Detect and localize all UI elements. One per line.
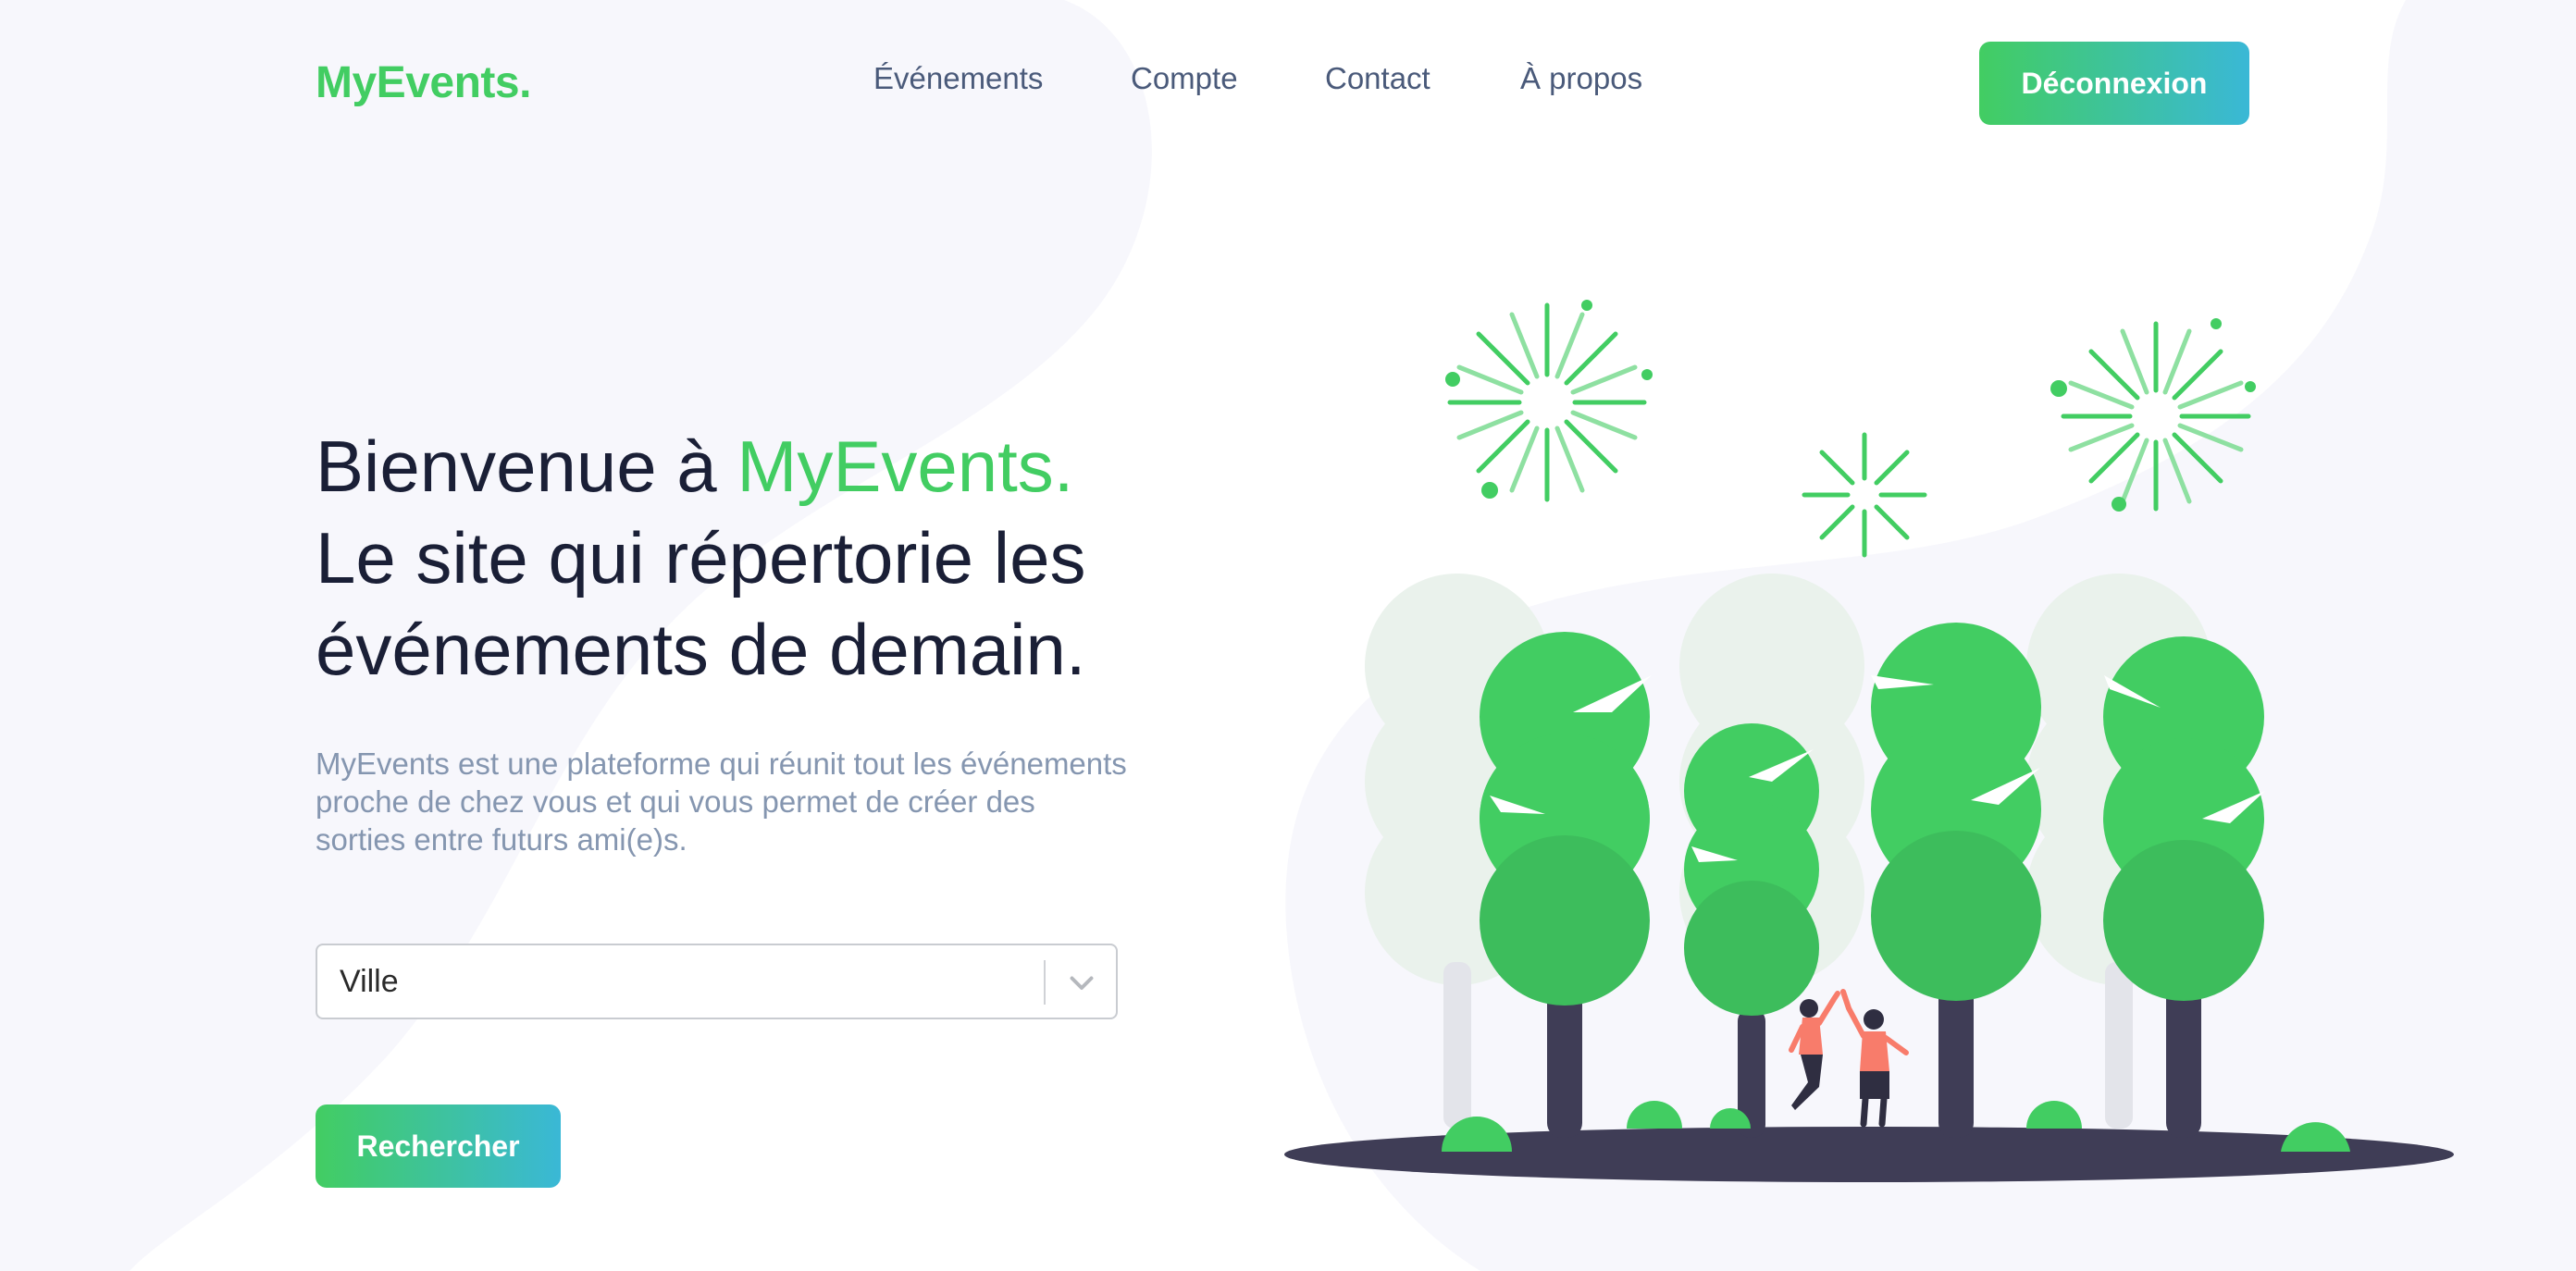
hero-description: MyEvents est une plateforme qui réunit t… (316, 747, 1127, 857)
select-separator (1044, 960, 1046, 1005)
logout-button[interactable]: Déconnexion (1979, 42, 2249, 125)
nav-link-a-propos[interactable]: À propos (1520, 61, 1642, 96)
city-select-value: Ville (340, 964, 399, 999)
chevron-down-icon[interactable] (1065, 966, 1098, 999)
hero-title-welcome: Bienvenue à (316, 426, 737, 507)
nav-link-contact[interactable]: Contact (1325, 61, 1430, 96)
celebration-illustration (1284, 300, 2454, 1182)
hero-title-line-2: Le site qui répertorie les (316, 517, 1086, 598)
nav-link-evenements[interactable]: Événements (873, 61, 1043, 96)
city-select[interactable]: Ville (316, 944, 1118, 1019)
hero-title-accent: MyEvents. (737, 426, 1074, 507)
brand-logo[interactable]: MyEvents. (316, 57, 531, 108)
search-button[interactable]: Rechercher (316, 1104, 561, 1188)
hero-title: Bienvenue à MyEvents. Le site qui répert… (316, 421, 1148, 696)
nav-link-compte[interactable]: Compte (1131, 61, 1238, 96)
top-navbar: MyEvents. Événements Compte Contact À pr… (0, 0, 2576, 167)
hero-title-line-3: événements de demain. (316, 609, 1086, 690)
